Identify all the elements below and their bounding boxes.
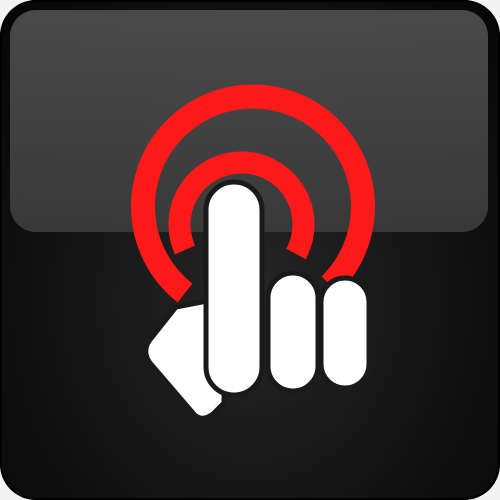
app-icon[interactable] <box>0 0 500 500</box>
touch-target-icon <box>131 84 375 421</box>
hand-index-finger <box>203 179 265 398</box>
hand-ring-finger <box>265 270 321 394</box>
hand-pinky-finger <box>318 275 372 391</box>
